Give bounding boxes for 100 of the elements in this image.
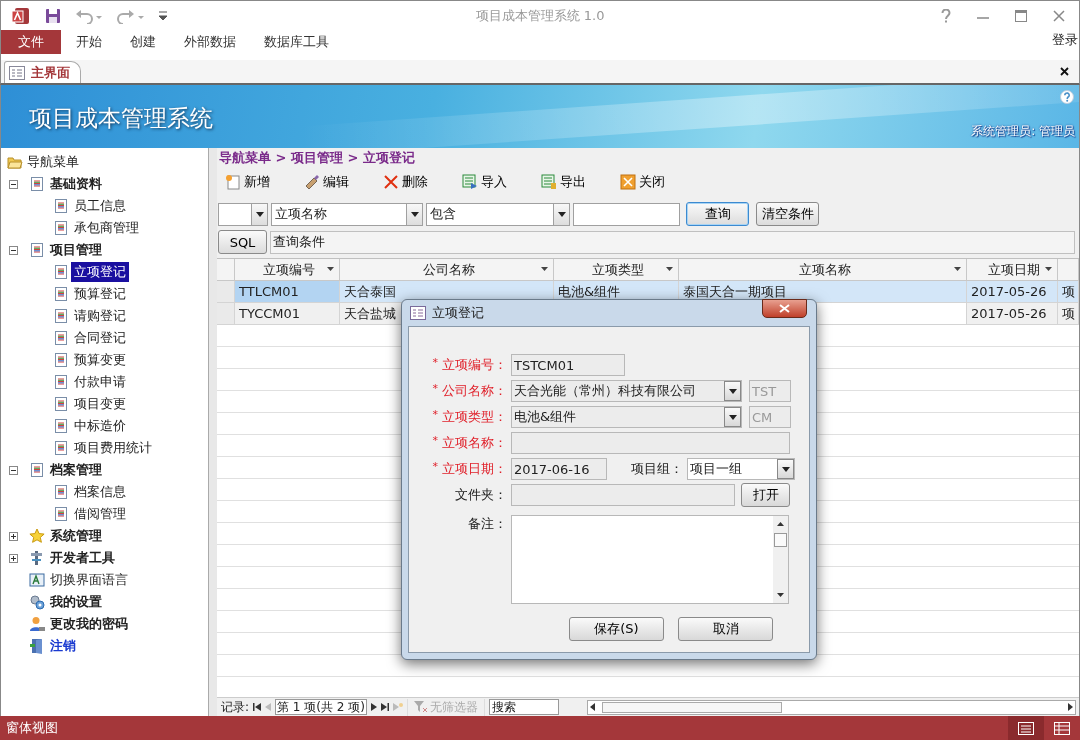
datasheet-view-icon[interactable] — [1054, 721, 1070, 735]
tree-item[interactable]: 开发者工具 — [47, 548, 118, 568]
ribbon-tab[interactable]: 开始 — [62, 30, 116, 54]
tree-item[interactable]: 请购登记 — [71, 306, 129, 326]
field-label: 立项编号： — [442, 356, 507, 374]
cancel-button[interactable]: 取消 — [678, 617, 773, 641]
sort-caret-icon[interactable] — [541, 267, 548, 271]
record-position[interactable]: 第 1 项(共 2 项) — [275, 699, 367, 715]
customize-icon[interactable] — [159, 10, 167, 21]
tree-item[interactable]: 切换界面语言 — [47, 570, 131, 590]
ribbon-tab[interactable]: 文件 — [1, 30, 61, 54]
toolbar-button[interactable]: 导入 — [460, 170, 509, 194]
scroll-up-icon[interactable] — [777, 522, 784, 526]
toolbar-button[interactable]: 删除 — [381, 170, 430, 194]
sql-button[interactable]: SQL — [218, 230, 267, 254]
tree-item[interactable]: 预算登记 — [71, 284, 129, 304]
scroll-right-icon[interactable] — [1068, 703, 1073, 711]
column-header[interactable]: 立项编号 — [235, 259, 340, 281]
memo-field[interactable] — [511, 515, 789, 604]
dropdown-field[interactable]: 天合光能（常州）科技有限公司 — [511, 380, 742, 402]
sort-caret-icon[interactable] — [327, 267, 334, 271]
vertical-scrollbar[interactable] — [773, 516, 788, 603]
help-icon[interactable] — [941, 8, 951, 23]
toolbar-button[interactable]: 编辑 — [302, 170, 351, 194]
next-record-icon[interactable] — [370, 703, 377, 711]
close-button[interactable] — [762, 299, 807, 318]
tree-item[interactable]: 档案管理 — [47, 460, 105, 480]
dropdown-icon[interactable] — [781, 466, 790, 472]
first-record-icon[interactable] — [253, 703, 262, 711]
text-field[interactable]: TSTCM01 — [511, 354, 625, 376]
toolbar-button[interactable]: 关闭 — [618, 170, 667, 194]
table-cell: 泰国天合一期项目 — [679, 281, 967, 303]
page-icon — [53, 264, 69, 280]
toolbar-button[interactable]: 新增 — [223, 170, 272, 194]
help-icon[interactable] — [1060, 90, 1074, 104]
scroll-thumb[interactable] — [774, 533, 787, 547]
app-logo-icon[interactable] — [11, 5, 31, 26]
query-button[interactable]: 查询 — [686, 202, 749, 226]
scroll-down-icon[interactable] — [777, 593, 784, 597]
collapse-icon[interactable] — [9, 245, 18, 255]
expand-icon[interactable] — [9, 553, 18, 563]
tree-item[interactable]: 立项登记 — [71, 262, 129, 282]
tree-item[interactable]: 项目管理 — [47, 240, 105, 260]
maximize-icon[interactable] — [1015, 9, 1027, 22]
login-link[interactable]: 登录 — [1052, 30, 1079, 49]
dropdown-icon[interactable] — [728, 388, 737, 394]
document-tab[interactable]: 主界面 — [4, 61, 81, 83]
clear-button[interactable]: 清空条件 — [756, 202, 819, 226]
form-view-icon[interactable] — [1018, 721, 1034, 735]
sort-caret-icon[interactable] — [954, 267, 961, 271]
column-header[interactable]: 立项日期 — [967, 259, 1058, 281]
column-header[interactable]: 立项名称 — [679, 259, 967, 281]
ribbon-tab[interactable]: 数据库工具 — [250, 30, 343, 54]
ribbon-tab[interactable]: 外部数据 — [170, 30, 250, 54]
search-box[interactable]: 搜索 — [488, 699, 559, 715]
sort-caret-icon[interactable] — [666, 267, 673, 271]
tree-item[interactable]: 更改我的密码 — [47, 614, 131, 634]
tree-item[interactable]: 注销 — [47, 636, 79, 656]
toolbar-button[interactable]: 导出 — [539, 170, 588, 194]
text-field[interactable] — [511, 432, 790, 454]
save-icon[interactable] — [45, 7, 61, 24]
sort-caret-icon[interactable] — [1045, 267, 1052, 271]
tree-item[interactable]: 中标造价 — [71, 416, 129, 436]
condition-field[interactable]: 查询条件 — [270, 230, 1075, 254]
collapse-icon[interactable] — [9, 179, 18, 189]
dropdown-field[interactable]: 立项名称 — [271, 202, 423, 226]
dropdown-field[interactable]: 包含 — [426, 202, 570, 226]
tree-item[interactable]: 档案信息 — [71, 482, 129, 502]
save-button[interactable]: 保存(S) — [569, 617, 664, 641]
tree-item[interactable]: 项目费用统计 — [71, 438, 155, 458]
last-record-icon[interactable] — [380, 703, 389, 711]
tree-item[interactable]: 系统管理 — [47, 526, 105, 546]
open-button[interactable]: 打开 — [741, 483, 790, 507]
dropdown-field[interactable] — [218, 202, 268, 226]
dropdown-icon[interactable] — [728, 414, 737, 420]
tree-item[interactable]: 承包商管理 — [71, 218, 142, 238]
dropdown-field[interactable]: 项目一组 — [687, 458, 795, 480]
tree-item[interactable]: 借阅管理 — [71, 504, 129, 524]
dropdown-icon[interactable] — [410, 211, 419, 217]
horizontal-scrollbar[interactable] — [586, 699, 1076, 715]
collapse-icon[interactable] — [9, 465, 18, 475]
tree-item[interactable]: 我的设置 — [47, 592, 105, 612]
tree-item[interactable]: 员工信息 — [71, 196, 129, 216]
dropdown-icon[interactable] — [255, 211, 264, 217]
ribbon-tab[interactable]: 创建 — [116, 30, 170, 54]
column-header[interactable]: 立项类型 — [554, 259, 679, 281]
tree-item[interactable]: 付款申请 — [71, 372, 129, 392]
folder-field[interactable] — [511, 484, 735, 506]
tree-item[interactable]: 项目变更 — [71, 394, 129, 414]
expand-icon[interactable] — [9, 531, 18, 541]
dropdown-icon[interactable] — [557, 211, 566, 217]
scroll-left-icon[interactable] — [589, 703, 595, 711]
search-field[interactable] — [573, 202, 680, 226]
tree-item[interactable]: 合同登记 — [71, 328, 129, 348]
close-icon[interactable] — [1060, 67, 1069, 76]
tree-item[interactable]: 预算变更 — [71, 350, 129, 370]
date-field[interactable]: 2017-06-16 — [511, 458, 607, 480]
tree-item[interactable]: 基础资料 — [47, 174, 105, 194]
dropdown-field[interactable]: 电池&组件 — [511, 406, 742, 428]
column-header[interactable]: 公司名称 — [340, 259, 554, 281]
